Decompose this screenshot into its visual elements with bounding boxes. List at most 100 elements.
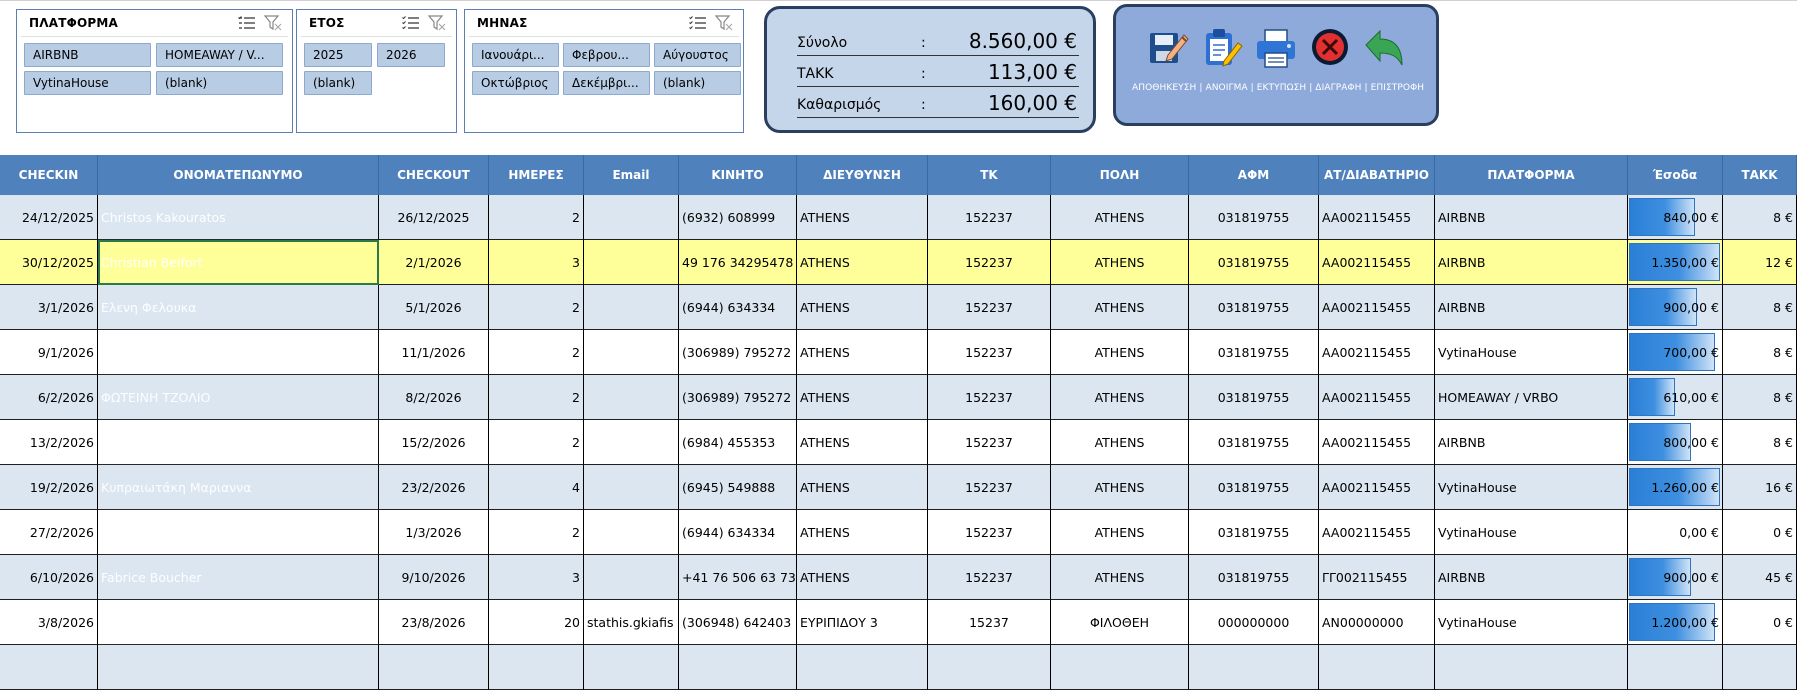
- cell-checkin[interactable]: 3/1/2026: [0, 285, 98, 330]
- cell-address[interactable]: ATHENS: [797, 330, 928, 375]
- column-header[interactable]: ΔΙΕΥΘΥΝΣΗ: [797, 155, 928, 195]
- open-clipboard-icon[interactable]: [1200, 25, 1244, 71]
- cell-takk[interactable]: 8 €: [1723, 330, 1797, 375]
- column-header[interactable]: ΑΤ/ΔΙΑΒΑΤΗΡΙΟ: [1319, 155, 1435, 195]
- cell-income[interactable]: 800,00 €: [1628, 420, 1723, 465]
- cell-id[interactable]: ΑΝ00000000: [1319, 600, 1435, 645]
- cell-takk[interactable]: 12 €: [1723, 240, 1797, 285]
- cell-checkout[interactable]: 1/3/2026: [379, 510, 489, 555]
- cell-email[interactable]: [584, 375, 679, 420]
- empty-cell[interactable]: [1723, 645, 1797, 690]
- empty-cell[interactable]: [928, 645, 1051, 690]
- clear-filter-icon[interactable]: [715, 15, 733, 31]
- cell-income[interactable]: 700,00 €: [1628, 330, 1723, 375]
- cell-id[interactable]: AA002115455: [1319, 420, 1435, 465]
- cell-platform[interactable]: HOMEAWAY / VRBO: [1435, 375, 1628, 420]
- cell-city[interactable]: ATHENS: [1051, 555, 1189, 600]
- cell-address[interactable]: ATHENS: [797, 510, 928, 555]
- cell-email[interactable]: stathis.gkiafis: [584, 600, 679, 645]
- back-arrow-icon[interactable]: [1362, 25, 1406, 71]
- slicer-item[interactable]: VytinaHouse: [24, 71, 151, 95]
- cell-id[interactable]: ΓΓ002115455: [1319, 555, 1435, 600]
- cell-phone[interactable]: (6945) 549888: [679, 465, 797, 510]
- cell-days[interactable]: 2: [489, 510, 584, 555]
- column-header[interactable]: ΟΝΟΜΑΤΕΠΩΝΥΜΟ: [98, 155, 379, 195]
- multi-select-icon[interactable]: [402, 16, 420, 30]
- cell-city[interactable]: ATHENS: [1051, 195, 1189, 240]
- print-icon[interactable]: [1254, 25, 1298, 71]
- cell-days[interactable]: 2: [489, 330, 584, 375]
- cell-income[interactable]: 1.200,00 €: [1628, 600, 1723, 645]
- column-header[interactable]: ΠΟΛΗ: [1051, 155, 1189, 195]
- cell-income[interactable]: 1.350,00 €: [1628, 240, 1723, 285]
- cell-checkout[interactable]: 15/2/2026: [379, 420, 489, 465]
- column-header[interactable]: ΗΜΕΡΕΣ: [489, 155, 584, 195]
- cell-name[interactable]: ΦΩΤΕΙΝΗ ΤΖΟΛΙΟ: [98, 375, 379, 420]
- cell-name[interactable]: Κυπραιωτάκη Μαριαννα: [98, 465, 379, 510]
- clear-filter-icon[interactable]: [264, 15, 282, 31]
- empty-cell[interactable]: [1628, 645, 1723, 690]
- column-header[interactable]: CHECKOUT: [379, 155, 489, 195]
- empty-cell[interactable]: [489, 645, 584, 690]
- empty-cell[interactable]: [379, 645, 489, 690]
- cell-afm[interactable]: 031819755: [1189, 510, 1319, 555]
- slicer-item[interactable]: Αύγουστος: [654, 43, 741, 67]
- cell-afm[interactable]: 000000000: [1189, 600, 1319, 645]
- cell-email[interactable]: [584, 420, 679, 465]
- cell-days[interactable]: 3: [489, 240, 584, 285]
- cell-tk[interactable]: 152237: [928, 420, 1051, 465]
- cell-city[interactable]: ATHENS: [1051, 465, 1189, 510]
- cell-days[interactable]: 3: [489, 555, 584, 600]
- cell-takk[interactable]: 16 €: [1723, 465, 1797, 510]
- cell-platform[interactable]: AIRBNB: [1435, 285, 1628, 330]
- cell-city[interactable]: ATHENS: [1051, 330, 1189, 375]
- column-header[interactable]: ΤΑΚΚ: [1723, 155, 1797, 195]
- cell-takk[interactable]: 8 €: [1723, 420, 1797, 465]
- cell-tk[interactable]: 152237: [928, 465, 1051, 510]
- cell-checkout[interactable]: 26/12/2025: [379, 195, 489, 240]
- cell-city[interactable]: ATHENS: [1051, 285, 1189, 330]
- cell-checkin[interactable]: 30/12/2025: [0, 240, 98, 285]
- cell-id[interactable]: AA002115455: [1319, 240, 1435, 285]
- cell-days[interactable]: 2: [489, 420, 584, 465]
- cell-takk[interactable]: 8 €: [1723, 375, 1797, 420]
- cell-income[interactable]: 610,00 €: [1628, 375, 1723, 420]
- cell-email[interactable]: [584, 195, 679, 240]
- slicer-item[interactable]: (blank): [156, 71, 283, 95]
- cell-checkin[interactable]: 3/8/2026: [0, 600, 98, 645]
- cell-platform[interactable]: VytinaHouse: [1435, 600, 1628, 645]
- cell-income[interactable]: 900,00 €: [1628, 285, 1723, 330]
- column-header[interactable]: Έσοδα: [1628, 155, 1723, 195]
- cell-tk[interactable]: 152237: [928, 375, 1051, 420]
- cell-checkout[interactable]: 23/2/2026: [379, 465, 489, 510]
- cell-email[interactable]: [584, 555, 679, 600]
- cell-tk[interactable]: 152237: [928, 510, 1051, 555]
- cell-email[interactable]: [584, 330, 679, 375]
- cell-checkin[interactable]: 19/2/2026: [0, 465, 98, 510]
- cell-phone[interactable]: (306989) 795272: [679, 330, 797, 375]
- cell-name[interactable]: Σταματης Μαργαρίτης: [98, 330, 379, 375]
- cell-phone[interactable]: (6984) 455353: [679, 420, 797, 465]
- cell-checkout[interactable]: 11/1/2026: [379, 330, 489, 375]
- empty-cell[interactable]: [98, 645, 379, 690]
- cell-tk[interactable]: 152237: [928, 195, 1051, 240]
- cell-checkin[interactable]: 9/1/2026: [0, 330, 98, 375]
- multi-select-icon[interactable]: [689, 16, 707, 30]
- empty-cell[interactable]: [584, 645, 679, 690]
- cell-tk[interactable]: 15237: [928, 600, 1051, 645]
- cell-phone[interactable]: (6944) 634334: [679, 285, 797, 330]
- slicer-year[interactable]: ΕΤΟΣ 2025 2026 (blank): [296, 9, 457, 133]
- cell-afm[interactable]: 031819755: [1189, 420, 1319, 465]
- cell-id[interactable]: AA002115455: [1319, 330, 1435, 375]
- cell-takk[interactable]: 0 €: [1723, 600, 1797, 645]
- slicer-item[interactable]: Δεκέμβρι...: [563, 71, 650, 95]
- cell-checkout[interactable]: 9/10/2026: [379, 555, 489, 600]
- cell-city[interactable]: ATHENS: [1051, 420, 1189, 465]
- cell-days[interactable]: 4: [489, 465, 584, 510]
- delete-icon[interactable]: [1308, 25, 1352, 71]
- cell-tk[interactable]: 152237: [928, 330, 1051, 375]
- cell-id[interactable]: AA002115455: [1319, 285, 1435, 330]
- cell-city[interactable]: ATHENS: [1051, 375, 1189, 420]
- cell-checkout[interactable]: 8/2/2026: [379, 375, 489, 420]
- multi-select-icon[interactable]: [238, 16, 256, 30]
